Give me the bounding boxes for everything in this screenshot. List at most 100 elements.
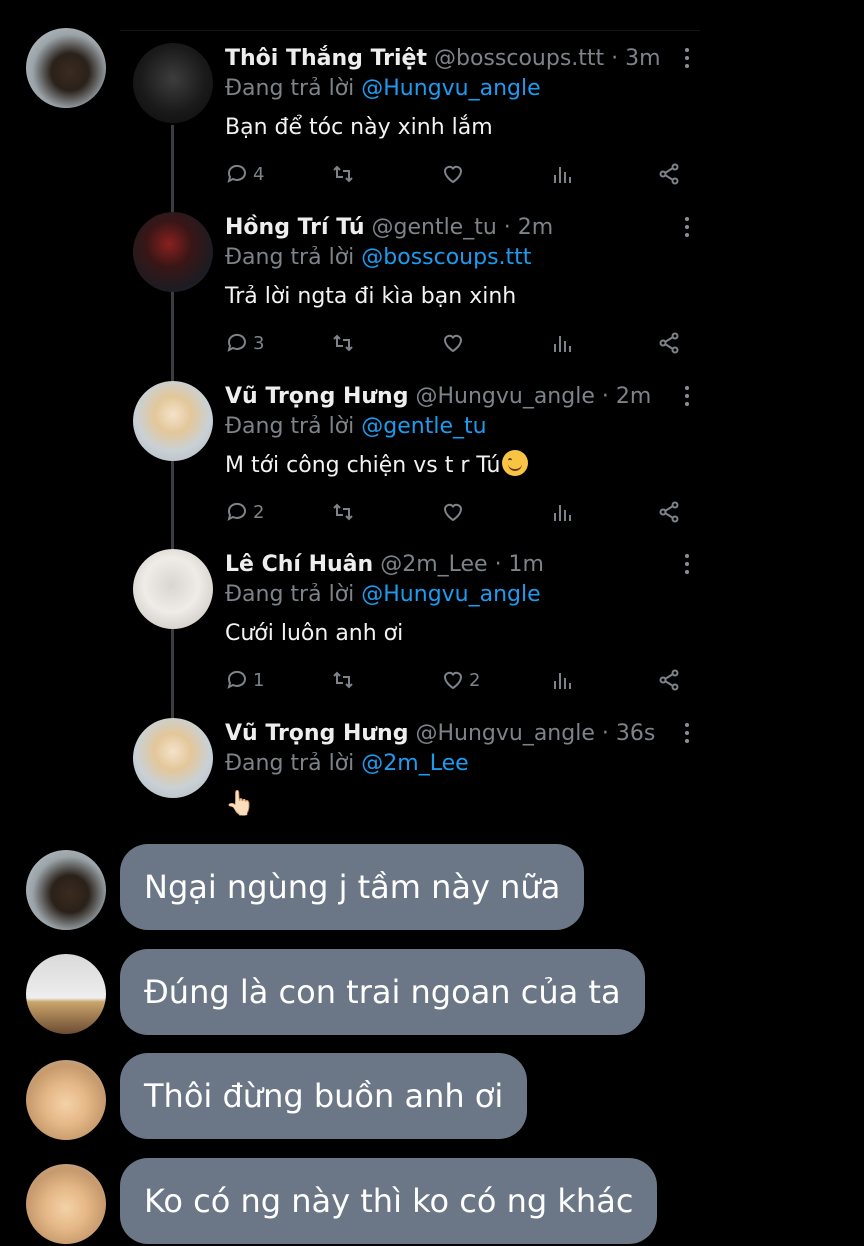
like-icon bbox=[443, 503, 463, 522]
share-icon bbox=[659, 501, 679, 523]
views-button[interactable] bbox=[550, 160, 574, 188]
share-icon bbox=[659, 332, 679, 354]
handle-time: @Hungvu_angle · 36s bbox=[415, 721, 656, 746]
retweet-button[interactable] bbox=[331, 329, 355, 357]
tweet-text: M tới công chiện vs t r Tú bbox=[225, 450, 529, 482]
like-button[interactable] bbox=[441, 329, 469, 357]
share-button[interactable] bbox=[657, 666, 681, 694]
mention-link[interactable]: @Hungvu_angle bbox=[361, 582, 540, 607]
reply-prefix: Đang trả lời bbox=[225, 414, 355, 439]
avatar[interactable] bbox=[133, 381, 213, 461]
like-count: 2 bbox=[469, 669, 481, 691]
replying-to: Đang trả lời @gentle_tu bbox=[225, 411, 487, 443]
reply-prefix: Đang trả lời bbox=[225, 751, 355, 776]
views-icon bbox=[554, 505, 571, 521]
avatar[interactable] bbox=[26, 850, 106, 930]
views-button[interactable] bbox=[550, 498, 574, 526]
avatar[interactable] bbox=[133, 212, 213, 292]
avatar[interactable] bbox=[26, 954, 106, 1034]
reply-count: 2 bbox=[253, 501, 265, 523]
replying-to: Đang trả lời @Hungvu_angle bbox=[225, 73, 541, 105]
replying-to: Đang trả lời @Hungvu_angle bbox=[225, 579, 541, 611]
tweet-header: Thôi Thắng Triệt @bosscoups.ttt · 3m bbox=[225, 43, 661, 75]
mention-link[interactable]: @2m_Lee bbox=[361, 751, 468, 776]
mention-link[interactable]: @gentle_tu bbox=[361, 414, 486, 439]
more-icon[interactable] bbox=[683, 723, 691, 747]
share-button[interactable] bbox=[657, 329, 681, 357]
avatar[interactable] bbox=[133, 549, 213, 629]
reply-button[interactable]: 1 bbox=[225, 666, 264, 694]
tweet-text: Bạn để tóc này xinh lắm bbox=[225, 115, 493, 140]
retweet-button[interactable] bbox=[331, 160, 355, 188]
reply-button[interactable]: 3 bbox=[225, 329, 264, 357]
like-button[interactable]: 2 bbox=[441, 666, 480, 694]
reply-prefix: Đang trả lời bbox=[225, 76, 355, 101]
tweet-actions: 3 bbox=[225, 329, 695, 357]
retweet-button[interactable] bbox=[331, 666, 355, 694]
pointing-up-emoji-icon: 👆🏻 bbox=[225, 789, 255, 817]
handle-time: @bosscoups.ttt · 3m bbox=[434, 46, 661, 71]
share-button[interactable] bbox=[657, 160, 681, 188]
display-name[interactable]: Vũ Trọng Hưng bbox=[225, 384, 408, 409]
retweet-icon bbox=[333, 165, 353, 183]
like-icon bbox=[443, 165, 463, 184]
more-icon[interactable] bbox=[683, 48, 691, 72]
views-icon bbox=[554, 336, 571, 352]
share-button[interactable] bbox=[657, 498, 681, 526]
views-icon bbox=[554, 673, 571, 689]
mention-link[interactable]: @Hungvu_angle bbox=[361, 76, 540, 101]
handle-time: @Hungvu_angle · 2m bbox=[415, 384, 652, 409]
mention-link[interactable]: @bosscoups.ttt bbox=[361, 245, 531, 270]
tweet-actions: 2 bbox=[225, 498, 695, 526]
tweet[interactable]: Hồng Trí Tú @gentle_tu · 2m Đang trả lời… bbox=[0, 199, 864, 367]
tweet-actions: 1 2 bbox=[225, 666, 695, 694]
avatar[interactable] bbox=[133, 718, 213, 798]
reply-count: 3 bbox=[253, 332, 265, 354]
more-icon[interactable] bbox=[683, 386, 691, 410]
comment-bubble: Đúng là con trai ngoan của ta bbox=[120, 949, 645, 1035]
reply-button[interactable]: 4 bbox=[225, 160, 264, 188]
views-button[interactable] bbox=[550, 666, 574, 694]
reply-icon bbox=[227, 333, 246, 352]
comment-bubble: Thôi đừng buồn anh ơi bbox=[120, 1053, 528, 1139]
tweet[interactable]: Thôi Thắng Triệt @bosscoups.ttt · 3m Đan… bbox=[0, 30, 864, 198]
tweet[interactable]: Lê Chí Huân @2m_Lee · 1m Đang trả lời @H… bbox=[0, 536, 864, 704]
handle-time: @2m_Lee · 1m bbox=[380, 552, 544, 577]
reply-icon bbox=[227, 670, 246, 689]
comment-bubble: Ngại ngùng j tầm này nữa bbox=[120, 844, 585, 930]
share-icon bbox=[659, 163, 679, 185]
tweet-header: Hồng Trí Tú @gentle_tu · 2m bbox=[225, 212, 553, 244]
reply-button[interactable]: 2 bbox=[225, 498, 264, 526]
retweet-button[interactable] bbox=[331, 498, 355, 526]
views-icon bbox=[554, 167, 571, 183]
reply-prefix: Đang trả lời bbox=[225, 245, 355, 270]
handle-time: @gentle_tu · 2m bbox=[371, 215, 554, 240]
like-button[interactable] bbox=[441, 160, 469, 188]
comment-bubble: Ko có ng này thì ko có ng khác bbox=[120, 1158, 658, 1244]
reply-prefix: Đang trả lời bbox=[225, 582, 355, 607]
avatar[interactable] bbox=[26, 1164, 106, 1244]
reply-count: 1 bbox=[253, 669, 265, 691]
views-button[interactable] bbox=[550, 329, 574, 357]
display-name[interactable]: Thôi Thắng Triệt bbox=[225, 46, 427, 71]
avatar[interactable] bbox=[26, 1060, 106, 1140]
more-icon[interactable] bbox=[683, 217, 691, 241]
tweet[interactable]: Vũ Trọng Hưng @Hungvu_angle · 2m Đang tr… bbox=[0, 368, 864, 536]
reply-icon bbox=[227, 502, 246, 521]
tweet-actions: 4 bbox=[225, 160, 695, 188]
tweet-text: 👆🏻 bbox=[225, 787, 255, 821]
display-name[interactable]: Vũ Trọng Hưng bbox=[225, 721, 408, 746]
replying-to: Đang trả lời @bosscoups.ttt bbox=[225, 242, 531, 274]
retweet-icon bbox=[333, 671, 353, 689]
display-name[interactable]: Lê Chí Huân bbox=[225, 552, 373, 577]
replying-to: Đang trả lời @2m_Lee bbox=[225, 748, 469, 780]
tweet-header: Vũ Trọng Hưng @Hungvu_angle · 2m bbox=[225, 381, 651, 413]
display-name[interactable]: Hồng Trí Tú bbox=[225, 215, 365, 240]
avatar[interactable] bbox=[133, 43, 213, 123]
like-button[interactable] bbox=[441, 498, 469, 526]
like-icon bbox=[443, 671, 463, 690]
tweet-text: Cưới luôn anh ơi bbox=[225, 621, 404, 646]
retweet-icon bbox=[333, 503, 353, 521]
more-icon[interactable] bbox=[683, 554, 691, 578]
reply-count: 4 bbox=[253, 163, 265, 185]
